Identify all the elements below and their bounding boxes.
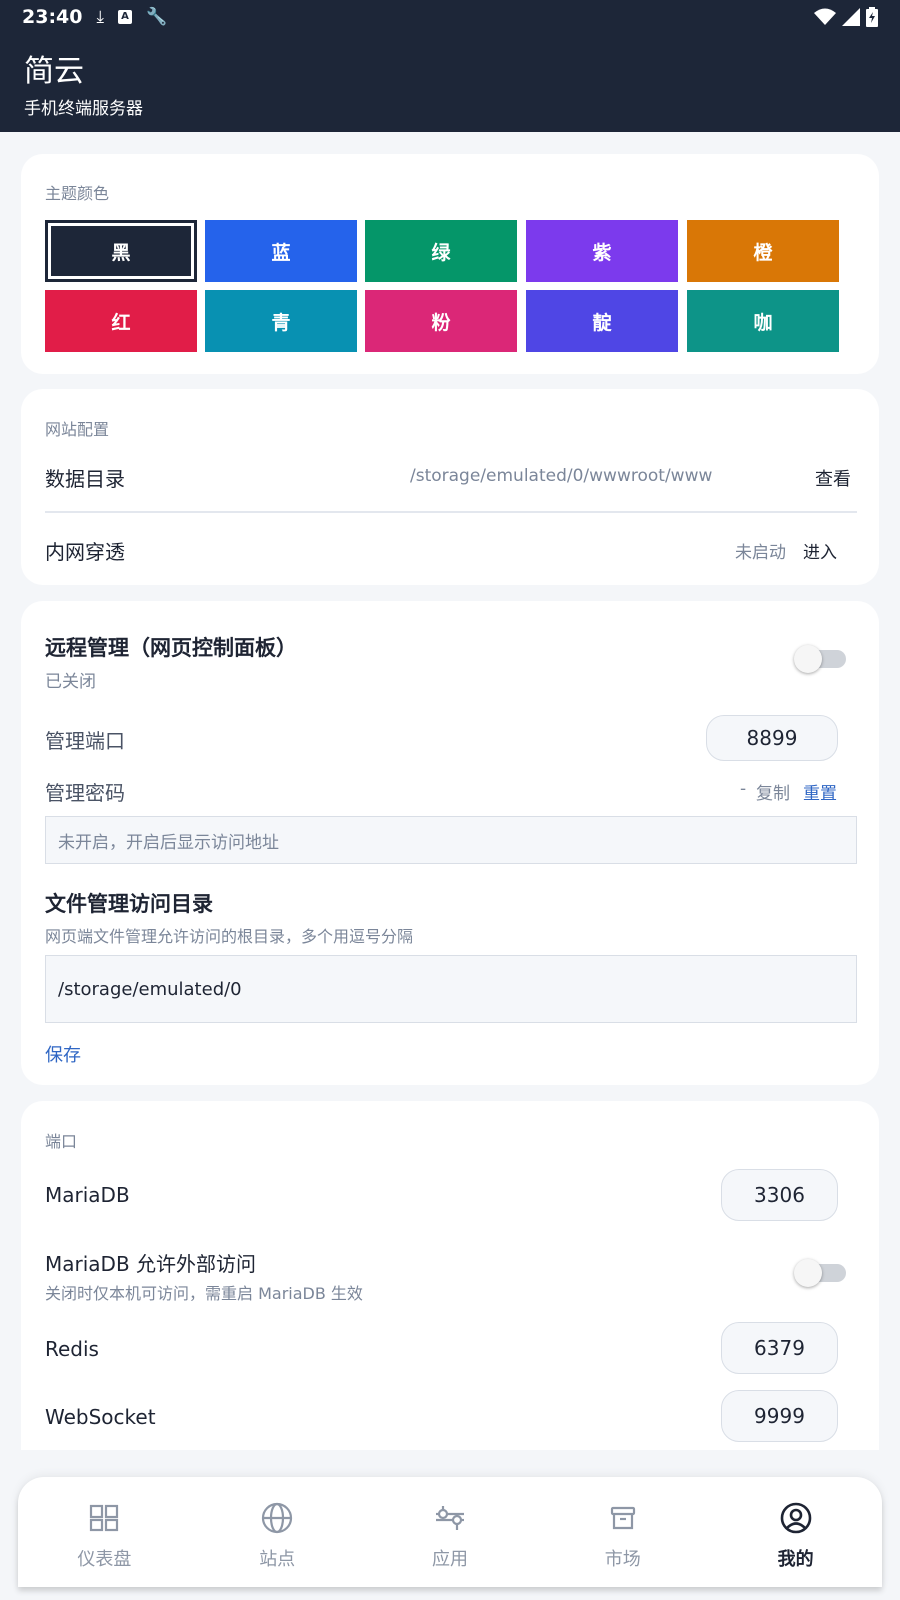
divider: [45, 511, 857, 513]
theme-color-swatch[interactable]: 粉: [365, 290, 517, 352]
mariadb-external-toggle[interactable]: [794, 1259, 846, 1287]
theme-color-swatch[interactable]: 黑: [45, 220, 197, 282]
file-access-dir-input[interactable]: /storage/emulated/0: [45, 955, 857, 1023]
copy-password-button[interactable]: 复制: [756, 779, 790, 804]
app-subtitle: 手机终端服务器: [24, 99, 143, 119]
status-time: 23:40: [22, 6, 83, 28]
nav-item-market[interactable]: 市场: [536, 1477, 709, 1587]
tunnel-enter-button[interactable]: 进入: [803, 538, 837, 563]
user-circle-icon: [780, 1502, 811, 1534]
nav-item-dashboard[interactable]: 仪表盘: [18, 1477, 191, 1587]
theme-color-card: 主题颜色 黑蓝绿紫橙红青粉靛咖: [21, 154, 879, 374]
bottom-navigation: 仪表盘 站点 应用 市场 我的: [18, 1477, 882, 1587]
globe-icon: [262, 1502, 293, 1534]
theme-color-swatch[interactable]: 绿: [365, 220, 517, 282]
theme-color-swatch[interactable]: 蓝: [205, 220, 357, 282]
theme-color-swatch[interactable]: 青: [205, 290, 357, 352]
site-config-title: 网站配置: [45, 420, 110, 439]
settings-scroll-area[interactable]: 主题颜色 黑蓝绿紫橙红青粉靛咖 网站配置 数据目录 /storage/emula…: [0, 132, 900, 1450]
save-button[interactable]: 保存: [45, 1041, 81, 1067]
admin-port-input[interactable]: 8899: [706, 715, 838, 761]
port-label: 管理端口: [45, 729, 125, 753]
theme-color-swatch[interactable]: 靛: [526, 290, 678, 352]
reset-password-button[interactable]: 重置: [803, 779, 837, 804]
mariadb-external-desc: 关闭时仅本机可访问，需重启 MariaDB 生效: [45, 1284, 363, 1303]
redis-label: Redis: [45, 1337, 99, 1361]
websocket-label: WebSocket: [45, 1405, 156, 1429]
nav-label-profile: 我的: [777, 1549, 814, 1570]
app-title: 简云: [24, 54, 84, 89]
app-header: 简云 手机终端服务器: [0, 34, 900, 132]
mariadb-port-input[interactable]: 3306: [721, 1169, 838, 1221]
apps-icon: [435, 1506, 464, 1530]
nav-item-apps[interactable]: 应用: [364, 1477, 537, 1587]
archive-icon: [610, 1506, 635, 1530]
access-address-field[interactable]: 未开启，开启后显示访问地址: [45, 816, 857, 864]
tunnel-label: 内网穿透: [45, 540, 125, 564]
nav-label-dashboard: 仪表盘: [77, 1549, 132, 1570]
status-bar: 23:40 ⤓ A 🔧: [0, 0, 900, 34]
data-dir-path: /storage/emulated/0/wwwroot/www: [410, 466, 713, 486]
theme-color-swatch[interactable]: 咖: [687, 290, 839, 352]
remote-toggle[interactable]: [794, 645, 846, 673]
nav-item-profile[interactable]: 我的: [709, 1477, 882, 1587]
data-dir-label: 数据目录: [45, 467, 125, 491]
ports-card: 端口 MariaDB 3306 MariaDB 允许外部访问 关闭时仅本机可访问…: [21, 1101, 879, 1450]
download-icon: ⤓: [96, 7, 104, 27]
theme-color-swatch[interactable]: 紫: [526, 220, 678, 282]
dashboard-icon: [90, 1504, 119, 1532]
mariadb-label: MariaDB: [45, 1183, 130, 1207]
ports-section-title: 端口: [45, 1132, 78, 1151]
file-access-desc: 网页端文件管理允许访问的根目录，多个用逗号分隔: [45, 927, 414, 946]
nav-label-sites: 站点: [259, 1549, 296, 1570]
nav-label-apps: 应用: [431, 1549, 468, 1570]
wifi-icon: [814, 8, 836, 25]
nav-label-market: 市场: [604, 1549, 641, 1570]
nav-item-sites[interactable]: 站点: [191, 1477, 364, 1587]
file-access-title: 文件管理访问目录: [45, 892, 213, 916]
redis-port-input[interactable]: 6379: [721, 1322, 838, 1374]
password-value: -: [740, 779, 747, 799]
theme-section-title: 主题颜色: [45, 184, 110, 203]
websocket-port-input[interactable]: 9999: [721, 1390, 838, 1442]
theme-color-swatch[interactable]: 红: [45, 290, 197, 352]
signal-icon: [842, 8, 860, 26]
remote-title: 远程管理（网页控制面板）: [45, 636, 297, 660]
remote-management-card: 远程管理（网页控制面板） 已关闭 管理端口 8899 管理密码 - 复制 重置 …: [21, 601, 879, 1085]
wrench-icon: 🔧: [146, 7, 168, 27]
view-data-dir-button[interactable]: 查看: [815, 465, 851, 491]
font-a-icon: A: [118, 10, 132, 24]
battery-charging-icon: [866, 7, 878, 27]
tunnel-status: 未启动: [735, 543, 786, 563]
remote-status: 已关闭: [45, 672, 96, 692]
theme-color-swatch[interactable]: 橙: [687, 220, 839, 282]
password-label: 管理密码: [45, 781, 125, 805]
mariadb-external-label: MariaDB 允许外部访问: [45, 1252, 257, 1276]
site-config-card: 网站配置 数据目录 /storage/emulated/0/wwwroot/ww…: [21, 389, 879, 585]
